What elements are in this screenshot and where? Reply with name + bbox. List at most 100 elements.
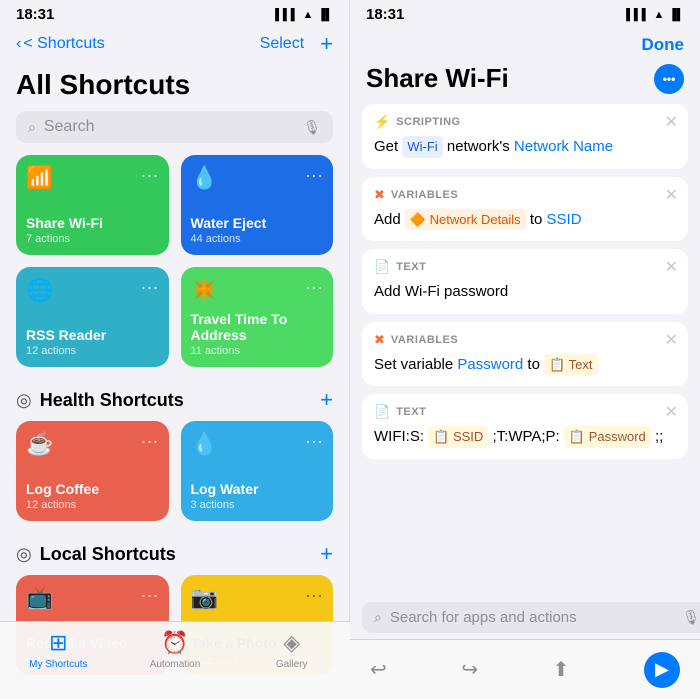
password-token[interactable]: Password <box>457 356 523 373</box>
close-action-button[interactable]: ✕ <box>665 112 678 132</box>
card-menu-icon[interactable]: ··· <box>141 277 159 298</box>
list-item[interactable]: 💧 ··· Water Eject 44 actions <box>181 155 334 255</box>
text-label: TEXT <box>396 261 426 273</box>
text-icon-2: 📄 <box>374 404 390 420</box>
card-star-icon: ✴️ <box>191 277 218 303</box>
card-video-icon: 📺 <box>26 585 53 611</box>
close-action-button[interactable]: ✕ <box>665 257 678 277</box>
tab-gallery[interactable]: ◈ Gallery <box>233 630 350 670</box>
scripting-header: ⚡ SCRIPTING <box>374 114 676 130</box>
gallery-tab-icon: ◈ <box>283 630 300 656</box>
text-token[interactable]: 📋 Text <box>544 354 597 376</box>
left-time: 18:31 <box>16 6 54 23</box>
right-search-input[interactable]: Search for apps and actions <box>390 609 674 626</box>
action-text-1: 📄 TEXT ✕ Add Wi-Fi password <box>362 249 688 314</box>
list-item[interactable]: ✴️ ··· Travel Time To Address 11 actions <box>181 267 334 367</box>
right-time: 18:31 <box>366 6 404 23</box>
right-battery-icon: ▐▌ <box>668 9 684 21</box>
card-actions: 7 actions <box>26 233 159 245</box>
password-token-2[interactable]: 📋 Password <box>564 426 651 448</box>
card-photo-icon: 📷 <box>191 585 218 611</box>
card-actions: 12 actions <box>26 499 159 511</box>
network-details-token[interactable]: 🔶 Network Details <box>405 209 526 231</box>
text-label-2: TEXT <box>396 406 426 418</box>
right-search-bar[interactable]: ⌕ Search for apps and actions 🎙 <box>362 602 700 633</box>
health-section-icon: ◎ <box>16 390 32 411</box>
list-item[interactable]: 📶 ··· Share Wi-Fi 7 actions <box>16 155 169 255</box>
variables-label-2: VARIABLES <box>391 334 458 346</box>
add-local-shortcut-button[interactable]: + <box>320 541 333 567</box>
list-item[interactable]: 💧 ··· Log Water 3 actions <box>181 421 334 521</box>
search-input[interactable]: Search <box>44 118 295 136</box>
action-scripting: ⚡ SCRIPTING ✕ Get Wi-Fi network's Networ… <box>362 104 688 169</box>
wifi-token[interactable]: Wi-Fi <box>402 136 442 158</box>
search-icon: ⌕ <box>28 119 36 136</box>
health-shortcuts-header: ◎ Health Shortcuts + <box>0 379 349 421</box>
text-header-2: 📄 TEXT <box>374 404 676 420</box>
card-name: Share Wi-Fi <box>26 215 159 231</box>
card-actions: 12 actions <box>26 345 159 357</box>
right-status-icons: ▌▌▌ ▲ ▐▌ <box>626 6 684 23</box>
wifi-status-icon: ▲ <box>303 9 314 21</box>
right-nav-bar: Done <box>350 27 700 63</box>
card-actions: 11 actions <box>191 345 324 357</box>
page-title: All Shortcuts <box>0 65 349 111</box>
search-bar[interactable]: ⌕ Search 🎙 <box>16 111 333 143</box>
action-variables-2: ✖ VARIABLES ✕ Set variable Password to 📋… <box>362 322 688 387</box>
mic-icon[interactable]: 🎙 <box>303 119 321 136</box>
ellipsis-icon: ••• <box>663 72 676 86</box>
right-search-icon: ⌕ <box>374 609 382 626</box>
play-button[interactable]: ▶ <box>644 652 680 688</box>
my-shortcuts-tab-icon: ⊞ <box>49 630 67 656</box>
shortcuts-scroll[interactable]: 📶 ··· Share Wi-Fi 7 actions 💧 ··· Water … <box>0 155 349 699</box>
close-action-button[interactable]: ✕ <box>665 185 678 205</box>
share-wifi-title: Share Wi-Fi <box>366 63 509 94</box>
undo-button[interactable]: ↩ <box>370 657 387 682</box>
right-page-title: Share Wi-Fi ••• <box>350 63 700 104</box>
gallery-tab-label: Gallery <box>276 659 308 670</box>
card-actions: 44 actions <box>191 233 324 245</box>
add-health-shortcut-button[interactable]: + <box>320 387 333 413</box>
card-menu-icon[interactable]: ··· <box>305 431 323 452</box>
action-variables-1: ✖ VARIABLES ✕ Add 🔶 Network Details to S… <box>362 177 688 242</box>
action-body: WIFI:S: 📋 SSID ;T:WPA;P: 📋 Password ;; <box>374 426 676 449</box>
card-water-icon: 💧 <box>191 431 218 457</box>
variables-icon-2: ✖ <box>374 332 385 348</box>
share-button[interactable]: ⬆ <box>553 657 570 682</box>
card-coffee-icon: ☕ <box>26 431 53 457</box>
action-text-2: 📄 TEXT ✕ WIFI:S: 📋 SSID ;T:WPA;P: 📋 Pass… <box>362 394 688 459</box>
select-button[interactable]: Select <box>260 35 304 53</box>
close-action-button[interactable]: ✕ <box>665 402 678 422</box>
network-name-token[interactable]: Network Name <box>514 138 613 155</box>
tab-my-shortcuts[interactable]: ⊞ My Shortcuts <box>0 630 117 670</box>
ssid-token-2[interactable]: 📋 SSID <box>428 426 488 448</box>
more-options-button[interactable]: ••• <box>654 64 684 94</box>
right-mic-icon[interactable]: 🎙 <box>682 609 700 626</box>
card-drop-icon: 💧 <box>191 165 218 191</box>
left-status-icons: ▌▌▌ ▲ ▐▌ <box>275 9 333 21</box>
card-menu-icon[interactable]: ··· <box>141 165 159 186</box>
list-item[interactable]: ☕ ··· Log Coffee 12 actions <box>16 421 169 521</box>
right-status-bar: 18:31 ▌▌▌ ▲ ▐▌ <box>350 0 700 27</box>
chevron-left-icon: ‹ <box>16 35 21 53</box>
card-menu-icon[interactable]: ··· <box>305 165 323 186</box>
card-globe-icon: 🌐 <box>26 277 53 303</box>
done-button[interactable]: Done <box>642 35 685 55</box>
card-menu-icon[interactable]: ··· <box>141 585 159 606</box>
ssid-token[interactable]: SSID <box>547 211 582 228</box>
card-menu-icon[interactable]: ··· <box>141 431 159 452</box>
health-shortcuts-grid: ☕ ··· Log Coffee 12 actions 💧 ··· Log Wa… <box>0 421 349 533</box>
close-action-button[interactable]: ✕ <box>665 330 678 350</box>
redo-button[interactable]: ↪ <box>461 657 478 682</box>
action-body: Add Wi-Fi password <box>374 281 676 304</box>
right-signal-icon: ▌▌▌ <box>626 9 649 21</box>
add-shortcut-button[interactable]: + <box>320 31 333 57</box>
local-section-title: Local Shortcuts <box>40 544 176 565</box>
back-button[interactable]: ‹ < Shortcuts <box>16 35 105 53</box>
list-item[interactable]: 🌐 ··· RSS Reader 12 actions <box>16 267 169 367</box>
my-shortcuts-tab-label: My Shortcuts <box>29 659 87 670</box>
card-menu-icon[interactable]: ··· <box>305 277 323 298</box>
card-name: Travel Time To Address <box>191 311 324 343</box>
card-menu-icon[interactable]: ··· <box>305 585 323 606</box>
tab-automation[interactable]: ⏰ Automation <box>117 630 234 670</box>
